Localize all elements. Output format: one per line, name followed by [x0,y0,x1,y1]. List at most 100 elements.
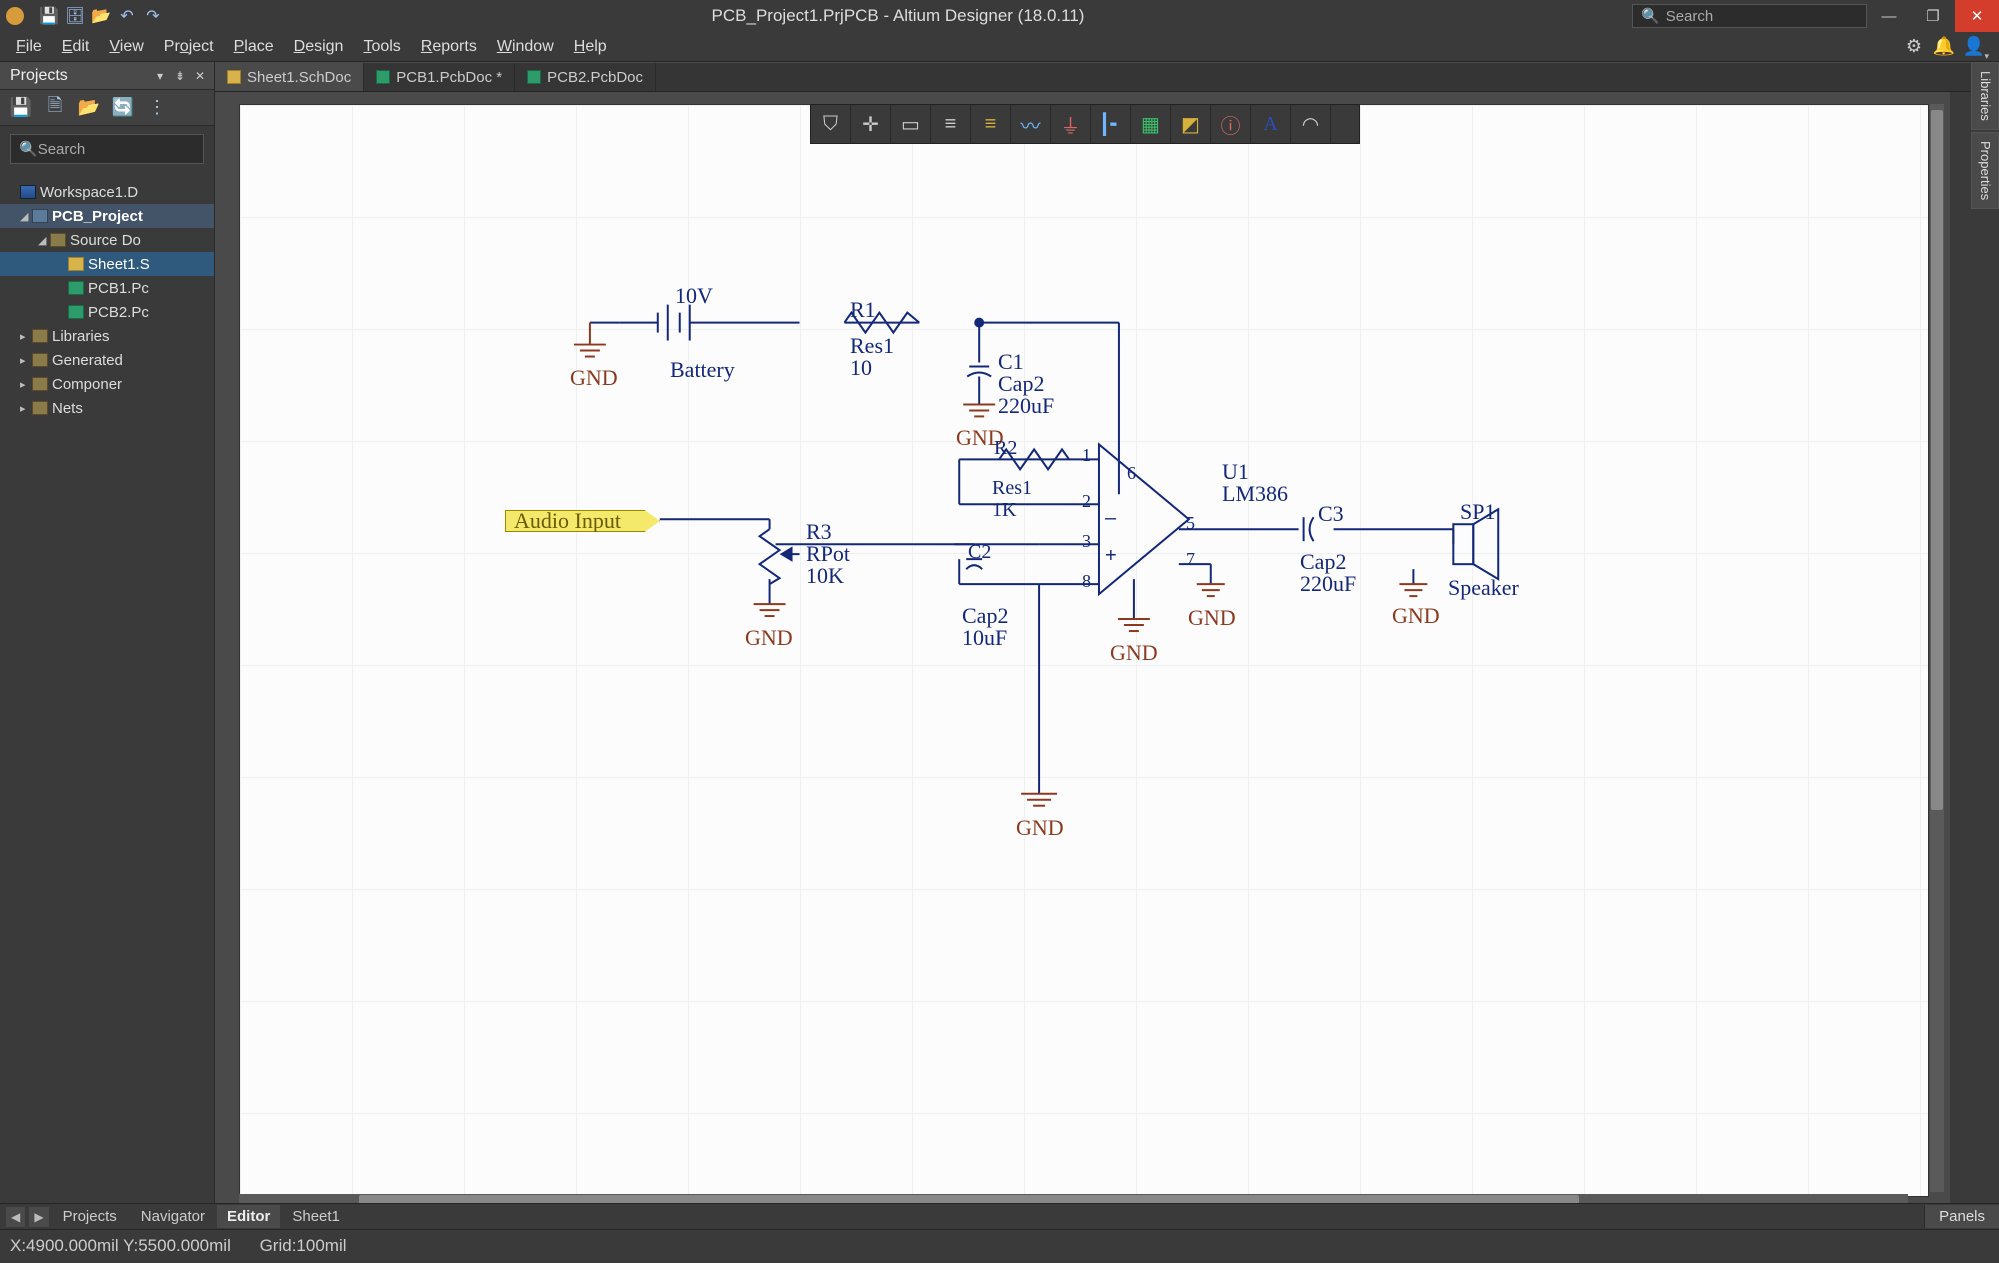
tree-source-docs[interactable]: ◢Source Do [0,228,214,252]
tree-pcb1[interactable]: PCB1.Pc [0,276,214,300]
info-icon[interactable]: ⓘ [1211,105,1251,143]
dock-libraries[interactable]: Libraries [1971,62,1999,130]
schematic-svg: – + [240,105,1928,1196]
bottom-tab-sheet1[interactable]: Sheet1 [282,1205,350,1228]
next-panel-button[interactable]: ▶ [29,1207,48,1227]
refresh-icon[interactable]: 🔄 [112,97,134,119]
menu-help[interactable]: Help [564,32,617,62]
directive-icon[interactable]: ◩ [1171,105,1211,143]
label-c3-val: 220uF [1300,571,1356,597]
tree-sheet1[interactable]: Sheet1.S [0,252,214,276]
status-xy: X:4900.000mil Y:5500.000mil [10,1236,231,1255]
pin-8: 8 [1082,571,1091,592]
projects-search-placeholder: Search [38,141,86,158]
close-button[interactable]: ✕ [1955,0,1999,32]
prev-panel-button[interactable]: ◀ [6,1207,25,1227]
dock-properties[interactable]: Properties [1971,132,1999,209]
panels-button[interactable]: Panels [1924,1205,1999,1228]
editor-bottom-bar: ◀ ▶ Projects Navigator Editor Sheet1 Pan… [0,1203,1999,1229]
save-project-icon[interactable]: 💾 [10,97,32,119]
save-all-icon[interactable]: 🗄 [64,5,86,27]
panel-pin-icon[interactable]: ⇟ [172,69,188,83]
tab-sheet1[interactable]: Sheet1.SchDoc [215,63,364,91]
menu-tools[interactable]: Tools [353,32,410,62]
title-bar: 💾 🗄 📂 ↶ ↷ PCB_Project1.PrjPCB - Altium D… [0,0,1999,32]
tree-pcb2[interactable]: PCB2.Pc [0,300,214,324]
menu-edit[interactable]: Edit [52,32,100,62]
tree-generated[interactable]: ▸Generated [0,348,214,372]
pcb-doc-icon [527,70,541,84]
settings-icon[interactable]: ⚙ [1901,34,1927,60]
save-icon[interactable]: 💾 [38,5,60,27]
label-c2-val: 10uF [962,625,1007,651]
vscroll-thumb[interactable] [1931,110,1943,810]
maximize-button[interactable]: ❐ [1911,0,1955,32]
menu-view[interactable]: View [99,32,153,62]
tree-project[interactable]: ◢PCB_Project [0,204,214,228]
redo-icon[interactable]: ↷ [142,5,164,27]
project-tree: Workspace1.D ◢PCB_Project ◢Source Do She… [0,172,214,420]
pin-1: 1 [1082,445,1091,466]
notifications-icon[interactable]: 🔔 [1931,34,1957,60]
pin-2: 2 [1082,491,1091,512]
label-r3-val: 10K [806,563,844,589]
net-icon[interactable]: 〰 [1011,105,1051,143]
label-c3-ref: C3 [1318,501,1344,527]
port-audio-input[interactable]: Audio Input [505,510,660,532]
menu-reports[interactable]: Reports [411,32,487,62]
text-icon[interactable]: A [1251,105,1291,143]
compile-icon[interactable]: 🗎 [44,97,66,119]
search-placeholder: Search [1666,8,1714,25]
options-icon[interactable]: ⋮ [146,97,168,119]
menu-window[interactable]: Window [487,32,564,62]
schematic-sheet[interactable]: – + [239,104,1929,1197]
tree-workspace[interactable]: Workspace1.D [0,180,214,204]
tab-pcb1[interactable]: PCB1.PcbDoc * [364,63,515,91]
bus-entry-icon[interactable]: ≡ [971,105,1011,143]
label-u1-type: LM386 [1222,481,1288,507]
rect-select-icon[interactable]: ▭ [891,105,931,143]
bottom-tab-navigator[interactable]: Navigator [131,1205,215,1228]
projects-search[interactable]: 🔍 Search [10,134,204,164]
cross-select-icon[interactable]: ✛ [851,105,891,143]
menu-design[interactable]: Design [284,32,354,62]
menu-place[interactable]: Place [224,32,284,62]
svg-text:–: – [1105,507,1117,529]
global-search[interactable]: 🔍 Search [1632,4,1867,28]
panel-close-icon[interactable]: ✕ [192,69,208,83]
label-u1-gnd4: GND [1110,640,1158,666]
label-r2-ref: R2 [994,437,1017,460]
open-project-icon[interactable]: 📂 [78,97,100,119]
user-icon[interactable]: 👤 [1961,34,1987,60]
menu-project[interactable]: Project [154,32,224,62]
tree-libraries[interactable]: ▸Libraries [0,324,214,348]
harness-icon[interactable]: ┃╸ [1091,105,1131,143]
sheet-symbol-icon[interactable]: ▦ [1131,105,1171,143]
bottom-tab-editor[interactable]: Editor [217,1205,280,1228]
pin-5: 5 [1186,513,1195,534]
schematic-canvas-wrapper: – + [215,92,1950,1220]
tree-components[interactable]: ▸Componer [0,372,214,396]
search-icon: 🔍 [19,140,38,158]
align-icon[interactable]: ≡ [931,105,971,143]
menu-file[interactable]: File [6,32,52,62]
minimize-button[interactable]: — [1867,0,1911,32]
document-tabs: Sheet1.SchDoc PCB1.PcbDoc * PCB2.PcbDoc [215,62,1971,92]
label-u1-gnd7: GND [1188,605,1236,631]
tab-pcb2[interactable]: PCB2.PcbDoc [515,63,656,91]
label-r2-type: Res1 [992,477,1032,500]
app-logo-icon [6,7,24,25]
power-port-icon[interactable]: ⏚ [1051,105,1091,143]
schematic-doc-icon [227,70,241,84]
menu-bar: File Edit View Project Place Design Tool… [0,32,1999,62]
vertical-scrollbar[interactable] [1930,104,1944,1192]
undo-icon[interactable]: ↶ [116,5,138,27]
arc-icon[interactable]: ◠ [1291,105,1331,143]
filter-icon[interactable]: ⛉ [811,105,851,143]
panel-dropdown-icon[interactable]: ▾ [152,69,168,83]
open-icon[interactable]: 📂 [90,5,112,27]
bottom-tab-projects[interactable]: Projects [53,1205,127,1228]
quick-access-toolbar: 💾 🗄 📂 ↶ ↷ [38,5,164,27]
tree-nets[interactable]: ▸Nets [0,396,214,420]
label-sp1-type: Speaker [1448,575,1519,601]
